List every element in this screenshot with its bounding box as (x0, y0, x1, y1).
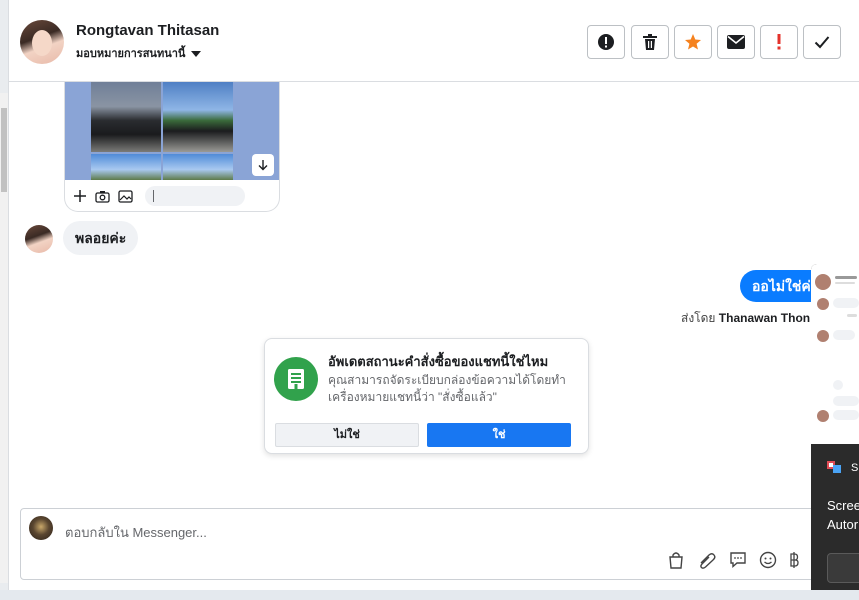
conversation-header: Rongtavan Thitasan มอบหมายการสนทนานี้ (9, 0, 859, 82)
shared-image[interactable] (65, 82, 279, 180)
saved-reply-icon[interactable] (729, 551, 747, 569)
image-icon (118, 189, 133, 203)
star-icon (685, 34, 701, 50)
sent-by-name: Thanawan Thon (718, 311, 811, 325)
screenshot-notification-text: Scree Autor (827, 496, 859, 534)
contact-avatar-small[interactable] (25, 225, 53, 253)
contact-avatar[interactable] (20, 20, 64, 64)
screenshot-notification[interactable]: Sn Scree Autor (811, 264, 859, 600)
reply-composer: ตอบกลับใน Messenger... (20, 508, 820, 580)
envelope-icon (727, 35, 745, 49)
yes-button[interactable]: ใช่ (427, 423, 571, 447)
alert-circle-icon (598, 34, 614, 50)
conversation-panel: Rongtavan Thitasan มอบหมายการสนทนานี้ พล… (8, 0, 859, 590)
follow-up-button[interactable] (760, 25, 798, 59)
caret-down-icon (191, 51, 202, 58)
scrollbar-thumb[interactable] (1, 108, 7, 192)
reply-input[interactable]: ตอบกลับใน Messenger... (65, 522, 207, 543)
mark-unread-button[interactable] (717, 25, 755, 59)
sent-by-prefix: ส่งโดย (681, 311, 716, 325)
plus-icon (74, 190, 86, 202)
assign-conversation-dropdown[interactable]: มอบหมายการสนทนานี้ (76, 44, 202, 62)
snipping-tool-icon (827, 461, 841, 473)
composer-toolbar (667, 551, 799, 569)
no-button[interactable]: ไม่ใช่ (275, 423, 419, 447)
bottom-strip (0, 590, 859, 600)
mark-done-button[interactable] (803, 25, 841, 59)
contact-name[interactable]: Rongtavan Thitasan (76, 22, 219, 39)
trash-icon (643, 34, 657, 50)
dialog-title: อัพเดตสถานะคำสั่งซื้อของแชทนี้ใช่ไหม (328, 354, 549, 369)
screenshot-thumbnail[interactable] (811, 264, 859, 444)
truck-photo (163, 154, 233, 180)
order-receipt-icon (274, 357, 318, 401)
checkmark-icon (814, 36, 830, 49)
image-reply-input (145, 186, 245, 206)
download-button[interactable] (252, 154, 274, 176)
page-avatar (29, 516, 53, 540)
arrow-down-icon (258, 160, 268, 171)
truck-photo (163, 82, 233, 152)
truck-photo (91, 154, 161, 180)
notification-line-1: Scree (827, 498, 859, 513)
baht-payment-icon[interactable] (789, 551, 799, 569)
paperclip-icon[interactable] (697, 551, 717, 569)
delete-button[interactable] (631, 25, 669, 59)
snipping-tool-name: Sn (851, 462, 859, 474)
spam-button[interactable] (587, 25, 625, 59)
truck-photo (91, 82, 161, 152)
shopping-bag-icon[interactable] (667, 551, 685, 569)
sent-by-label: ส่งโดย Thanawan Thon (681, 309, 810, 328)
exclamation-icon (777, 34, 781, 50)
order-status-dialog: อัพเดตสถานะคำสั่งซื้อของแชทนี้ใช่ไหม คุณ… (264, 338, 589, 454)
camera-icon (95, 190, 110, 203)
star-button[interactable] (674, 25, 712, 59)
notification-action-button[interactable] (827, 553, 859, 583)
emoji-icon[interactable] (759, 551, 777, 569)
incoming-message[interactable]: พลอยค่ะ (63, 221, 139, 255)
notification-line-2: Autor (827, 517, 859, 532)
shared-image-card[interactable] (64, 82, 280, 212)
assign-label: มอบหมายการสนทนานี้ (76, 48, 186, 60)
dialog-body: คุณสามารถจัดระเบียบกล่องข้อความได้โดยทำเ… (328, 373, 566, 404)
image-toolbar (65, 180, 279, 211)
